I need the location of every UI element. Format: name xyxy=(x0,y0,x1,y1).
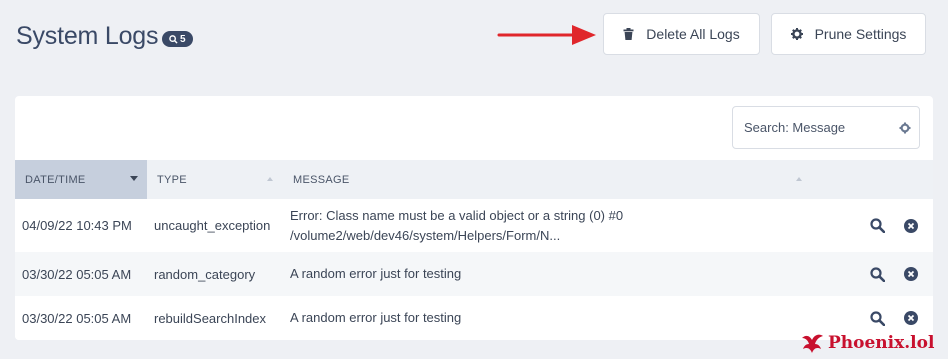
logs-card: Search: Message DATE/TIME TYPE MESSAGE 0… xyxy=(15,96,933,340)
column-header-type[interactable]: TYPE xyxy=(147,160,281,199)
row-message: Error: Class name must be a valid object… xyxy=(290,199,623,252)
phoenix-logo-icon xyxy=(802,334,823,353)
row-date: 04/09/22 10:43 PM xyxy=(22,218,132,233)
table-header: DATE/TIME TYPE MESSAGE xyxy=(15,160,933,199)
watermark-text: Phoenix.lol xyxy=(828,333,935,353)
row-actions xyxy=(869,199,919,252)
delete-icon[interactable] xyxy=(903,218,919,234)
row-message: A random error just for testing xyxy=(290,266,462,281)
row-message: A random error just for testing xyxy=(290,310,462,325)
row-type: random_category xyxy=(154,266,256,282)
log-count: 5 xyxy=(180,33,186,45)
row-type: uncaught_exception xyxy=(154,218,271,233)
search-message-label: Search: Message xyxy=(744,120,846,135)
view-icon[interactable] xyxy=(869,218,885,234)
row-type: rebuildSearchIndex xyxy=(154,310,267,326)
row-message-line: /volume2/web/dev46/system/Helpers/Form/N… xyxy=(290,227,561,243)
prune-settings-label: Prune Settings xyxy=(814,26,907,42)
sort-asc-icon xyxy=(796,177,802,181)
view-icon[interactable] xyxy=(869,310,885,326)
table-row: 04/09/22 10:43 PM uncaught_exception Err… xyxy=(15,199,933,252)
search-icon xyxy=(169,34,178,44)
row-date: 03/30/22 05:05 AM xyxy=(22,266,132,282)
row-date: 03/30/22 05:05 AM xyxy=(22,310,132,326)
column-header-date[interactable]: DATE/TIME xyxy=(15,160,147,199)
column-header-label: DATE/TIME xyxy=(25,173,86,186)
row-actions xyxy=(869,252,919,296)
trash-icon xyxy=(623,28,634,40)
delete-icon[interactable] xyxy=(903,266,919,282)
sort-desc-icon xyxy=(130,176,138,181)
delete-all-logs-button[interactable]: Delete All Logs xyxy=(603,13,760,55)
delete-icon[interactable] xyxy=(903,310,919,326)
gear-icon xyxy=(790,28,803,40)
red-arrow-annotation xyxy=(497,25,596,45)
table-row: 03/30/22 05:05 AM rebuildSearchIndex A r… xyxy=(15,296,933,340)
column-header-label: MESSAGE xyxy=(293,173,350,186)
delete-all-logs-label: Delete All Logs xyxy=(646,26,740,42)
search-message-field[interactable]: Search: Message xyxy=(732,106,920,149)
gear-icon[interactable] xyxy=(899,122,911,134)
row-message-line: Error: Class name must be a valid object… xyxy=(290,207,624,223)
view-icon[interactable] xyxy=(869,266,885,282)
log-count-badge: 5 xyxy=(162,31,193,47)
page-title: System Logs xyxy=(16,22,159,50)
sort-asc-icon xyxy=(267,177,273,181)
table-row: 03/30/22 05:05 AM random_category A rand… xyxy=(15,252,933,296)
column-header-message[interactable]: MESSAGE xyxy=(281,160,811,199)
column-header-label: TYPE xyxy=(157,173,187,186)
watermark: Phoenix.lol xyxy=(800,332,934,354)
prune-settings-button[interactable]: Prune Settings xyxy=(771,13,926,55)
